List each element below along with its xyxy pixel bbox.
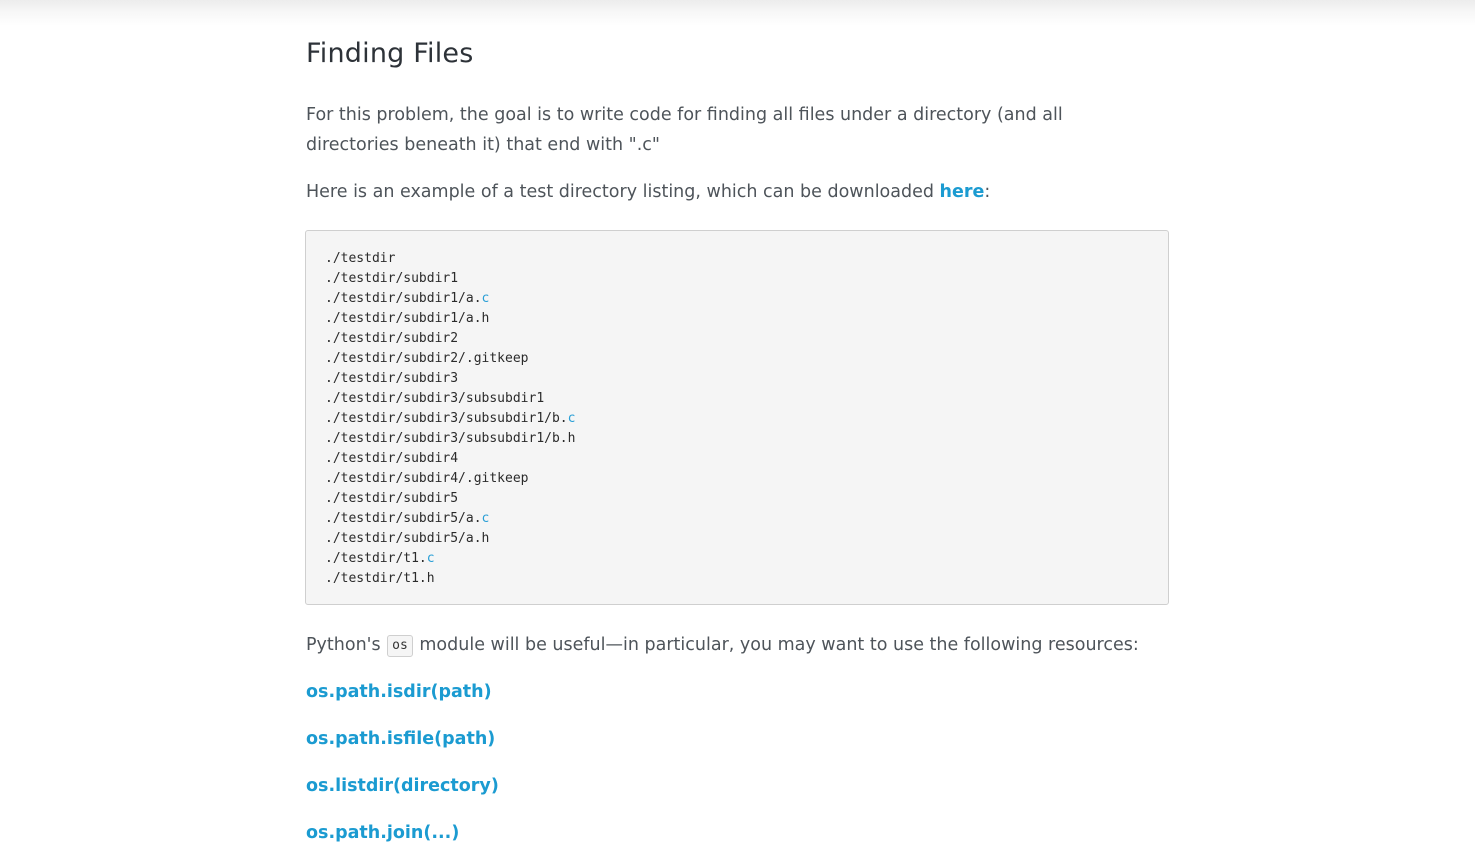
- code-line: ./testdir/subdir3/subsubdir1/b.h: [325, 429, 1168, 449]
- code-line: ./testdir/t1.c: [325, 549, 1168, 569]
- resource-link-join[interactable]: os.path.join(...): [306, 818, 459, 848]
- code-line: ./testdir/subdir1/a.c: [325, 289, 1168, 309]
- example-colon: :: [984, 182, 991, 202]
- code-line: ./testdir: [325, 249, 1168, 269]
- code-line: ./testdir/subdir3/subsubdir1/b.c: [325, 409, 1168, 429]
- code-line: ./testdir/subdir5/a.c: [325, 509, 1168, 529]
- resource-link-isfile[interactable]: os.path.isfile(path): [306, 724, 495, 754]
- code-path: ./testdir/subdir5: [325, 491, 459, 506]
- resource-link-listdir[interactable]: os.listdir(directory): [306, 771, 499, 801]
- module-note-paragraph: Python's os module will be useful—in par…: [306, 630, 1139, 660]
- code-path: ./testdir/subdir2/.gitkeep: [325, 351, 529, 366]
- code-path: ./testdir/subdir1/a.: [325, 291, 482, 306]
- code-line: ./testdir/subdir5: [325, 489, 1168, 509]
- resource-link-isdir[interactable]: os.path.isdir(path): [306, 677, 492, 707]
- code-path: ./testdir: [325, 251, 396, 266]
- code-line: ./testdir/subdir3: [325, 369, 1168, 389]
- code-extension: c: [426, 551, 435, 566]
- module-note-before: Python's: [306, 635, 387, 655]
- directory-listing-code-block: ./testdir ./testdir/subdir1 ./testdir/subd…: [305, 230, 1169, 605]
- code-extension: c: [481, 291, 490, 306]
- code-line: ./testdir/subdir3/subsubdir1: [325, 389, 1168, 409]
- example-paragraph: Here is an example of a test directory l…: [306, 177, 990, 207]
- code-path: ./testdir/subdir3: [325, 371, 459, 386]
- code-path: ./testdir/t1.: [325, 551, 427, 566]
- code-path: ./testdir/subdir5/a.: [325, 511, 482, 526]
- code-path: ./testdir/t1.h: [325, 571, 435, 586]
- code-path: ./testdir/subdir4/.gitkeep: [325, 471, 529, 486]
- code-path: ./testdir/subdir1: [325, 271, 459, 286]
- code-path: ./testdir/subdir1/a.h: [325, 311, 490, 326]
- code-line: ./testdir/t1.h: [325, 569, 1168, 589]
- download-here-link[interactable]: here: [940, 182, 985, 202]
- code-path: ./testdir/subdir3/subsubdir1/b.h: [325, 431, 576, 446]
- code-line: ./testdir/subdir1: [325, 269, 1168, 289]
- code-line: ./testdir/subdir4: [325, 449, 1168, 469]
- code-path: ./testdir/subdir4: [325, 451, 459, 466]
- code-extension: c: [481, 511, 490, 526]
- example-text: Here is an example of a test directory l…: [306, 182, 940, 202]
- page-title: Finding Files: [306, 38, 474, 69]
- intro-paragraph: For this problem, the goal is to write c…: [306, 105, 1063, 155]
- code-path: ./testdir/subdir2: [325, 331, 459, 346]
- code-path: ./testdir/subdir5/a.h: [325, 531, 490, 546]
- code-line: ./testdir/subdir1/a.h: [325, 309, 1168, 329]
- module-note-after: module will be useful—in particular, you…: [413, 635, 1139, 655]
- code-extension: c: [567, 411, 576, 426]
- top-shadow: [0, 0, 1475, 26]
- code-path: ./testdir/subdir3/subsubdir1: [325, 391, 545, 406]
- inline-code-os: os: [387, 635, 413, 657]
- code-line: ./testdir/subdir4/.gitkeep: [325, 469, 1168, 489]
- code-path: ./testdir/subdir3/subsubdir1/b.: [325, 411, 568, 426]
- code-line: ./testdir/subdir2: [325, 329, 1168, 349]
- code-line: ./testdir/subdir5/a.h: [325, 529, 1168, 549]
- code-line: ./testdir/subdir2/.gitkeep: [325, 349, 1168, 369]
